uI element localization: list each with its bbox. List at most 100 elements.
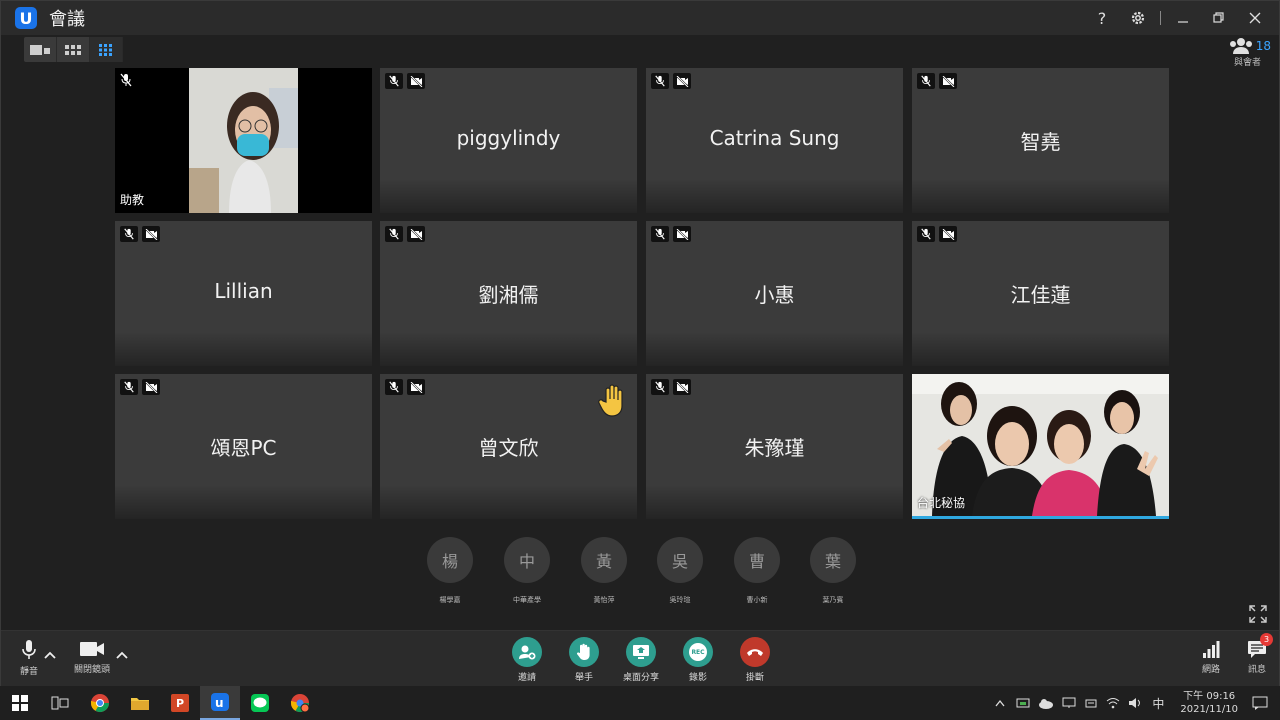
video-tile[interactable]: 智堯 [912, 68, 1169, 213]
video-tile[interactable]: 頌恩PC [115, 374, 372, 519]
participant-name: Catrina Sung [709, 126, 840, 150]
participant-name: 智堯 [1020, 130, 1061, 154]
audio-participant[interactable]: 曹 曹小新 [733, 537, 781, 605]
status-icons [651, 379, 691, 395]
avatar: 吳 [657, 537, 703, 583]
meeting-window: U 會議 ? 18 與會者 助教 piggylindy Catrina Sung… [0, 0, 1280, 686]
audio-participant-name: 黃怡萍 [593, 596, 615, 604]
audio-participant[interactable]: 葉 葉乃賓 [809, 537, 857, 605]
video-tile[interactable]: Catrina Sung [646, 68, 903, 213]
video-tile[interactable]: 江佳蓮 [912, 221, 1169, 366]
audio-participant-name: 曹小新 [746, 596, 768, 604]
grid-layout-icon [65, 44, 81, 55]
add-user-icon [519, 645, 536, 660]
share-screen-button[interactable]: 桌面分享 [623, 637, 659, 683]
toolbar-right: 網路 3 訊息 [1199, 633, 1273, 675]
camera-off-icon [142, 226, 160, 242]
mute-button[interactable]: 靜音 [15, 639, 43, 677]
video-grid: 助教 piggylindy Catrina Sung 智堯 Lillian 劉湘… [115, 68, 1169, 520]
layout-speaker-button[interactable] [24, 37, 57, 62]
layout-grid-button[interactable] [57, 37, 90, 62]
minimize-button[interactable] [1165, 1, 1201, 35]
invite-label: 邀請 [517, 673, 536, 683]
close-button[interactable] [1237, 1, 1273, 35]
fullscreen-icon[interactable] [1249, 605, 1267, 623]
video-tile[interactable]: 朱豫瑾 [646, 374, 903, 519]
video-tile[interactable]: piggylindy [380, 68, 637, 213]
video-tile[interactable]: 助教 [115, 68, 372, 213]
taskbar-chrome[interactable] [80, 686, 120, 720]
unread-badge: 3 [1260, 633, 1273, 646]
status-icons [385, 226, 425, 242]
camera-off-icon [407, 226, 425, 242]
cloud-icon[interactable] [1038, 697, 1054, 709]
vpn-icon[interactable] [1084, 697, 1098, 709]
volume-icon[interactable] [1128, 697, 1142, 709]
close-icon [1249, 12, 1261, 24]
taskbar-line[interactable] [240, 686, 280, 720]
phone-hangup-icon [747, 649, 763, 656]
video-tile-active-speaker[interactable]: 台北秘協 [912, 374, 1169, 519]
video-tile[interactable]: 曾文欣 [380, 374, 637, 519]
taskbar-powerpoint[interactable]: P [160, 686, 200, 720]
participant-name: 劉湘儒 [478, 283, 539, 307]
wifi-icon[interactable] [1106, 697, 1120, 709]
restore-button[interactable] [1201, 1, 1237, 35]
task-view-icon [51, 696, 69, 710]
display-icon[interactable] [1062, 697, 1076, 709]
participants-button[interactable]: 18 與會者 [1215, 37, 1271, 69]
participant-name: 小惠 [754, 283, 795, 307]
raise-hand-button[interactable]: 舉手 [568, 637, 600, 683]
chevron-up-icon[interactable] [994, 698, 1006, 708]
clock[interactable]: 下午 09:16 2021/11/10 [1180, 690, 1238, 716]
camera-button[interactable]: 關閉鏡頭 [69, 639, 115, 677]
help-button[interactable]: ? [1084, 1, 1120, 35]
layout-gallery-button[interactable] [90, 37, 123, 62]
taskbar-chrome-profile[interactable] [280, 686, 320, 720]
chrome-icon [91, 694, 109, 713]
participant-name: Lillian [214, 279, 273, 303]
participant-count: 18 [1255, 39, 1271, 53]
task-view-button[interactable] [40, 686, 80, 720]
mic-muted-icon [917, 73, 935, 89]
taskbar-file-explorer[interactable] [120, 686, 160, 720]
tile-corner-label: 助教 [120, 193, 145, 207]
status-icons [120, 379, 160, 395]
mic-muted-icon [385, 379, 403, 395]
audio-participant[interactable]: 黃 黃怡萍 [580, 537, 628, 605]
notifications-icon[interactable] [1252, 696, 1268, 710]
start-button[interactable] [0, 686, 40, 720]
record-button[interactable]: REC 錄影 [682, 637, 714, 683]
screen-share-icon [633, 645, 649, 659]
audio-participant[interactable]: 楊 楊學嘉 [426, 537, 474, 605]
video-tile[interactable]: 小惠 [646, 221, 903, 366]
audio-participant[interactable]: 中 中華產學 [503, 537, 551, 605]
messages-button[interactable]: 3 訊息 [1245, 633, 1273, 675]
status-icons [120, 226, 160, 242]
tray-app-icon[interactable] [1016, 697, 1030, 709]
raised-hand-icon [598, 384, 623, 417]
invite-button[interactable]: 邀請 [511, 637, 543, 683]
powerpoint-icon: P [171, 694, 189, 712]
clock-date: 2021/11/10 [1180, 704, 1238, 715]
settings-button[interactable] [1120, 1, 1156, 35]
mic-options-button[interactable] [43, 639, 65, 677]
audio-participant[interactable]: 吳 吳玲瑄 [656, 537, 704, 605]
camera-icon [80, 642, 104, 656]
participant-name: 朱豫瑾 [744, 436, 805, 460]
chevron-up-icon [116, 651, 128, 659]
hang-up-button[interactable]: 掛斷 [739, 637, 771, 683]
ime-indicator[interactable]: 中 [1152, 695, 1164, 712]
taskbar-meeting-app[interactable]: u [200, 686, 240, 720]
network-button[interactable]: 網路 [1199, 639, 1223, 675]
camera-options-button[interactable] [115, 639, 137, 677]
mic-muted-icon [385, 73, 403, 89]
video-tile[interactable]: Lillian [115, 221, 372, 366]
mic-muted-icon [385, 226, 403, 242]
avatar: 楊 [427, 537, 473, 583]
windows-logo-icon [12, 695, 28, 711]
video-tile[interactable]: 劉湘儒 [380, 221, 637, 366]
os-taskbar: P u 中 下午 09:16 2021/11/10 [0, 686, 1280, 720]
camera-off-icon [407, 379, 425, 395]
chevron-up-icon [44, 651, 56, 659]
